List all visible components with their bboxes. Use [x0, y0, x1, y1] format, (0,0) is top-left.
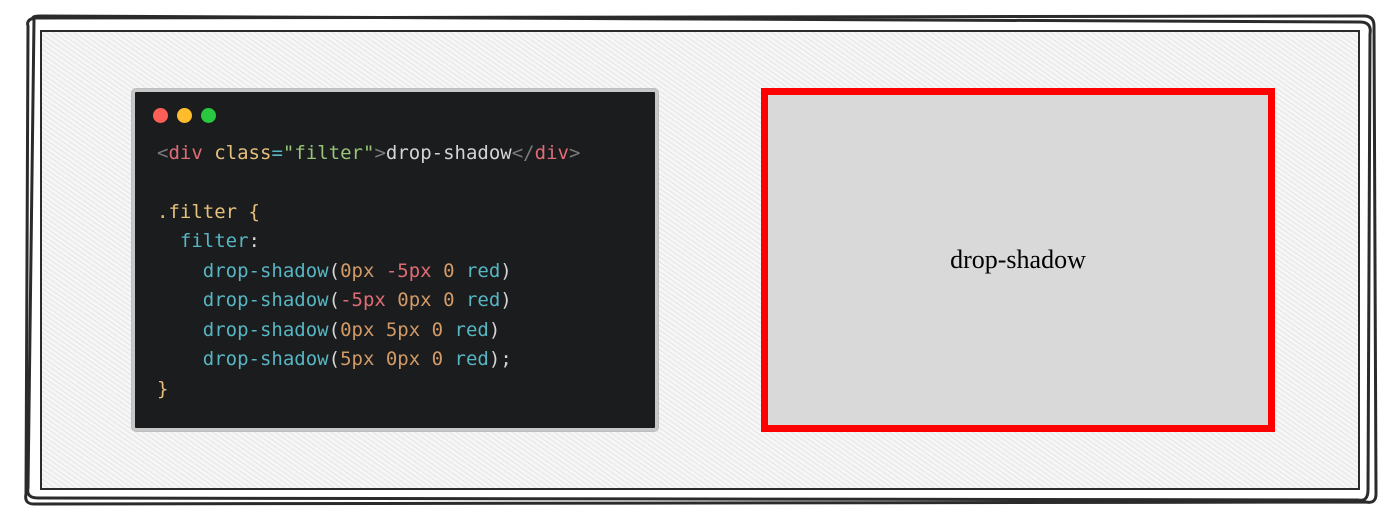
- code-token: ": [363, 142, 374, 164]
- preview-label: drop-shadow: [950, 245, 1086, 275]
- code-token: drop-shadow: [203, 260, 329, 282]
- code-token: <: [157, 142, 168, 164]
- code-token: =: [271, 142, 282, 164]
- code-token: 5px: [340, 348, 374, 370]
- code-card: <div class="filter">drop-shadow</div> .f…: [132, 89, 658, 431]
- code-token: 0px: [386, 348, 420, 370]
- code-token: drop-shadow: [203, 289, 329, 311]
- code-token: [203, 142, 214, 164]
- content-row: <div class="filter">drop-shadow</div> .f…: [42, 32, 1358, 488]
- code-token: 0px: [340, 319, 374, 341]
- code-token: -5px: [340, 289, 386, 311]
- code-token: drop-shadow: [203, 348, 329, 370]
- code-token: class: [214, 142, 271, 164]
- code-token: red: [455, 319, 489, 341]
- code-token: filter: [294, 142, 363, 164]
- code-token: red: [455, 348, 489, 370]
- code-token: drop-shadow: [386, 142, 512, 164]
- code-token: >: [374, 142, 385, 164]
- code-token: filter: [180, 230, 249, 252]
- code-token: :: [249, 230, 260, 252]
- code-token: ": [283, 142, 294, 164]
- code-token: 0: [432, 348, 443, 370]
- code-token: ;: [500, 348, 511, 370]
- code-token: div: [168, 142, 202, 164]
- traffic-minimize-icon: [177, 108, 192, 123]
- code-block: <div class="filter">drop-shadow</div> .f…: [135, 129, 655, 428]
- code-token: div: [535, 142, 569, 164]
- preview-card: drop-shadow: [768, 95, 1268, 425]
- code-token: 0: [443, 260, 454, 282]
- hatched-panel: <div class="filter">drop-shadow</div> .f…: [40, 30, 1360, 490]
- code-token: -5px: [386, 260, 432, 282]
- code-token: </: [512, 142, 535, 164]
- code-token: >: [569, 142, 580, 164]
- code-token: .filter: [157, 201, 237, 223]
- code-token: 5px: [386, 319, 420, 341]
- code-token: 0px: [340, 260, 374, 282]
- code-token: 0: [443, 289, 454, 311]
- code-token: red: [466, 289, 500, 311]
- traffic-close-icon: [153, 108, 168, 123]
- code-token: {: [237, 201, 260, 223]
- code-token: }: [157, 378, 168, 400]
- code-token: 0: [432, 319, 443, 341]
- code-token: red: [466, 260, 500, 282]
- window-traffic-lights: [135, 92, 655, 129]
- code-token: drop-shadow: [203, 319, 329, 341]
- code-token: 0px: [397, 289, 431, 311]
- traffic-zoom-icon: [201, 108, 216, 123]
